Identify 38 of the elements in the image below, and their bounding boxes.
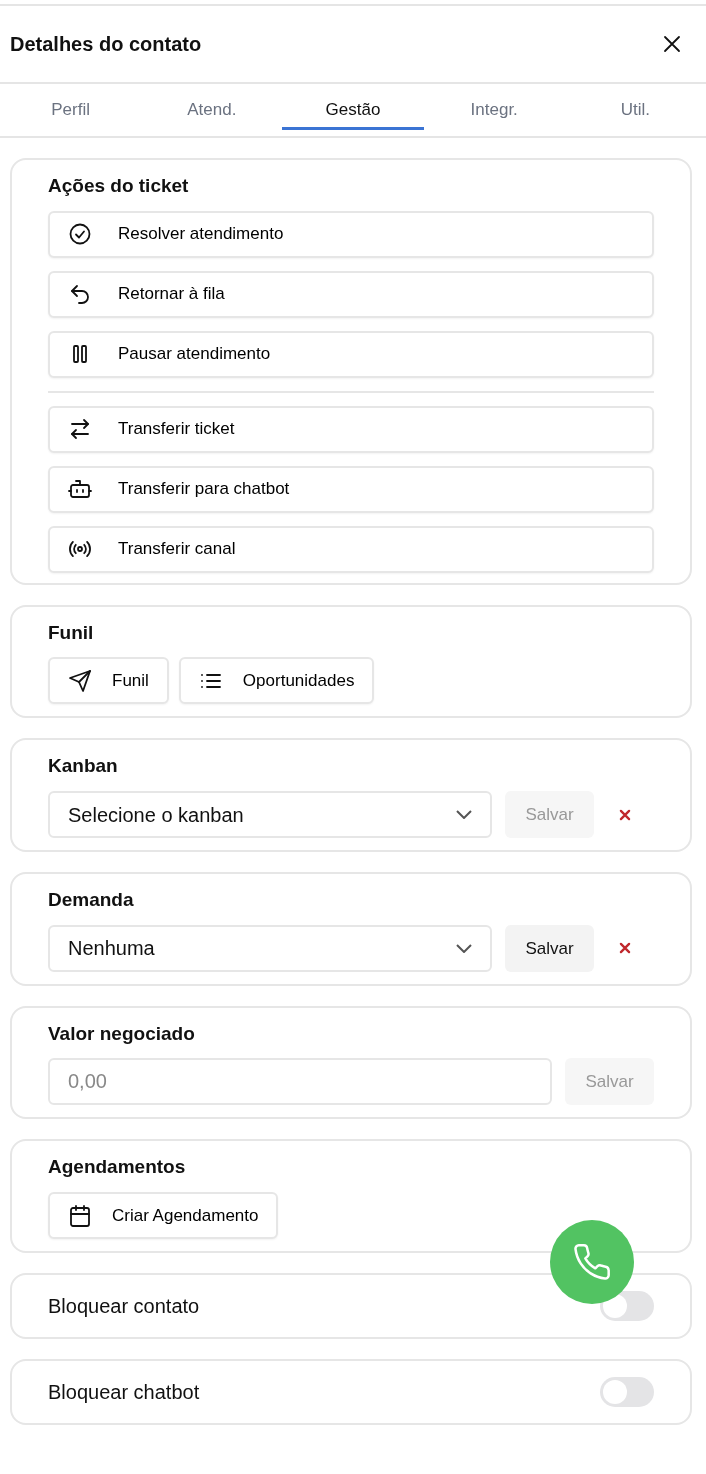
section-title: Ações do ticket bbox=[48, 174, 190, 198]
action-button[interactable]: Oportunidades bbox=[178, 657, 375, 705]
clear-button[interactable] bbox=[618, 941, 632, 956]
action-button[interactable]: Pausar atendimento bbox=[48, 330, 654, 378]
clear-button[interactable] bbox=[618, 807, 632, 822]
tab[interactable]: Atend. bbox=[141, 84, 283, 136]
toggle-switch[interactable] bbox=[600, 1377, 654, 1408]
toggle-label: Bloquear contato bbox=[48, 1294, 200, 1320]
phone-icon bbox=[572, 1242, 612, 1282]
check-circle-icon bbox=[68, 222, 92, 247]
action-button[interactable]: Resolver atendimento bbox=[48, 210, 654, 258]
panel-title: Detalhes do contato bbox=[10, 32, 202, 57]
tab[interactable]: Integr. bbox=[423, 84, 565, 136]
chevron-down-icon bbox=[456, 810, 472, 820]
select-field[interactable]: Nenhuma bbox=[48, 924, 492, 972]
toggle-label: Bloquear chatbot bbox=[48, 1380, 200, 1406]
action-button[interactable]: Transferir para chatbot bbox=[48, 465, 654, 513]
swap-arrows-icon bbox=[68, 417, 92, 442]
value-input-field[interactable]: 0,00 bbox=[48, 1058, 552, 1106]
section-title: Kanban bbox=[48, 754, 119, 779]
action-button[interactable]: Funil bbox=[48, 657, 169, 705]
send-icon bbox=[68, 668, 92, 693]
section-title: Valor negociado bbox=[48, 1021, 196, 1046]
section-title: Demanda bbox=[48, 888, 135, 913]
action-button[interactable]: Retornar à fila bbox=[48, 270, 654, 318]
calendar-icon bbox=[68, 1203, 92, 1228]
save-button[interactable]: Salvar bbox=[505, 924, 594, 972]
action-button[interactable]: Criar Agendamento bbox=[48, 1192, 279, 1240]
select-field[interactable]: Selecione o kanban bbox=[48, 791, 492, 839]
tab[interactable]: Perfil bbox=[0, 84, 142, 136]
tab[interactable]: Gestão bbox=[282, 84, 424, 136]
section-title: Funil bbox=[48, 620, 95, 645]
chevron-down-icon bbox=[456, 943, 472, 953]
section-title: Agendamentos bbox=[48, 1155, 187, 1180]
tab[interactable]: Util. bbox=[564, 84, 706, 136]
action-button[interactable]: Transferir canal bbox=[48, 525, 654, 573]
action-button[interactable]: Transferir ticket bbox=[48, 405, 654, 453]
undo-arrow-icon bbox=[68, 282, 92, 307]
